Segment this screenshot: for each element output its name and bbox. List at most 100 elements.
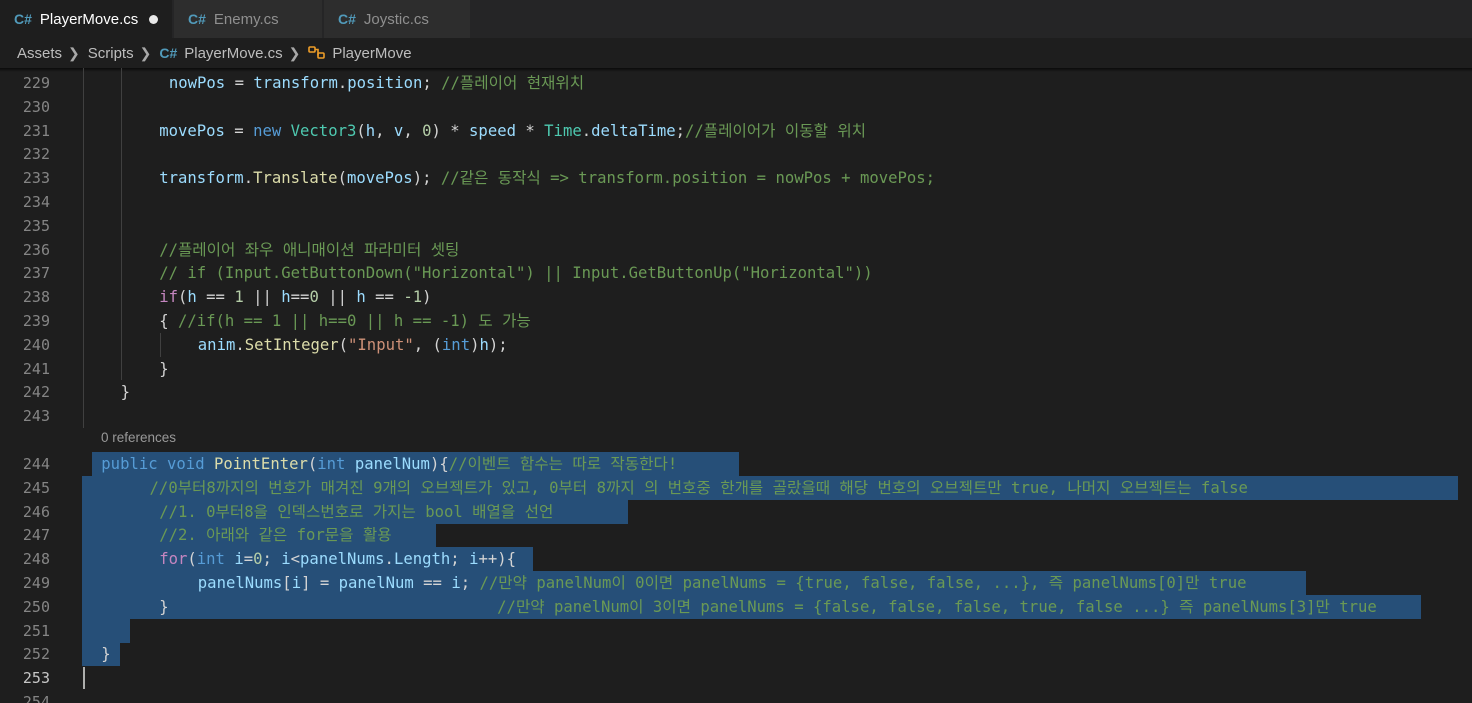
code-token: h (365, 121, 376, 140)
code-token: "Input" (348, 335, 414, 354)
codelens-references[interactable]: 0 references (101, 430, 176, 445)
code-line[interactable]: 249 panelNums[i] = panelNum == i; //만약 pa… (0, 571, 1472, 595)
code-text: panelNums[i] = panelNum == i; //만약 panel… (198, 574, 1247, 592)
code-token: || (318, 288, 357, 307)
code-token: = (243, 550, 254, 569)
breadcrumb-class[interactable]: PlayerMove (332, 45, 411, 62)
line-number: 240 (22, 335, 50, 354)
code-line[interactable]: 239 { //if(h == 1 || h==0 || h == -1) 도 가… (0, 309, 1472, 333)
code-line[interactable]: 245 //0부터8까지의 번호가 매겨진 9개의 오브젝트가 있고, 0부터 8… (0, 475, 1472, 500)
code-line[interactable]: 254 (0, 690, 1472, 703)
line-number: 246 (22, 502, 50, 521)
tab-label: PlayerMove.cs (39, 10, 139, 28)
code-line[interactable]: 241} (0, 357, 1472, 381)
line-number: 242 (22, 383, 50, 402)
code-token: ( (187, 550, 197, 569)
line-number: 237 (22, 264, 50, 283)
code-line[interactable]: 231 movePos = new Vector3(h, v, 0) * spee… (0, 119, 1472, 143)
code-token: public (101, 455, 158, 473)
code-text: anim.SetInteger("Input", (int)h); (198, 336, 508, 354)
code-token: . (235, 335, 245, 354)
code-text: //0부터8까지의 번호가 매겨진 9개의 오브젝트가 있고, 0부터 8까지 … (150, 479, 1248, 497)
tab-bar: C# PlayerMove.cs C# Enemy.cs C# Joystic.… (0, 0, 1472, 38)
tab-label: Enemy.cs (213, 10, 279, 28)
line-number: 254 (22, 693, 50, 703)
code-line[interactable]: 247 //2. 아래와 같은 for문을 활용 (0, 523, 1472, 548)
code-line[interactable]: 250} //만약 panelNum이 3이면 panelNums = {fal… (0, 594, 1472, 619)
code-token: Translate (253, 169, 338, 188)
code-token: h (281, 288, 291, 307)
line-number: 245 (22, 478, 50, 497)
code-token: ; (460, 574, 480, 592)
code-line[interactable]: 252} (0, 642, 1472, 667)
code-token: i (234, 550, 244, 569)
code-line[interactable]: 235 (0, 214, 1472, 238)
code-text: //1. 0부터8을 인덱스번호로 가지는 bool 배열을 선언 (159, 503, 553, 521)
code-line[interactable]: 229 nowPos = transform.position; //플레이어 현… (0, 71, 1472, 95)
chevron-right-icon: ❯ (139, 44, 152, 61)
code-token: { (159, 312, 178, 330)
code-line[interactable]: 230 (0, 95, 1472, 119)
code-token: h (479, 335, 489, 354)
code-line[interactable]: 232 (0, 142, 1472, 166)
code-line[interactable]: 243 (0, 404, 1472, 428)
line-number: 230 (22, 97, 50, 116)
code-token: SetInteger (244, 335, 339, 354)
code-line[interactable]: 246 //1. 0부터8을 인덱스번호로 가지는 bool 배열을 선언 (0, 499, 1472, 524)
code-line[interactable]: 234 (0, 190, 1472, 214)
code-token: ; (262, 550, 282, 569)
code-line[interactable]: 251 (0, 618, 1472, 643)
code-token: . (384, 550, 394, 569)
code-token: i (291, 574, 302, 592)
code-line[interactable]: 238 if(h == 1 || h==0 || h == -1) (0, 285, 1472, 309)
code-token: , (403, 121, 423, 140)
code-token: //2. 아래와 같은 for문을 활용 (159, 526, 392, 545)
code-token: ){ (429, 455, 449, 473)
code-token: . (581, 121, 592, 140)
code-line[interactable]: 253 (0, 666, 1472, 690)
tab-playermove[interactable]: C# PlayerMove.cs (0, 0, 173, 38)
code-token: int (196, 550, 225, 569)
code-token: || (243, 288, 282, 307)
code-token: PointEnter (213, 455, 308, 473)
breadcrumb-file[interactable]: PlayerMove.cs (184, 45, 282, 62)
code-token: //같은 동작식 => transform.position = nowPos … (440, 169, 936, 188)
code-line[interactable]: 236 //플레이어 좌우 애니매이션 파라미터 셋팅 (0, 238, 1472, 262)
tab-joystic[interactable]: C# Joystic.cs (324, 0, 471, 38)
code-token: ( (356, 121, 366, 140)
code-line[interactable]: 237 // if (Input.GetButtonDown("Horizonta… (0, 261, 1472, 285)
code-token: if (159, 288, 178, 307)
code-token: , (375, 121, 394, 140)
code-text: nowPos = transform.position; //플레이어 현재위치 (169, 74, 584, 92)
line-number: 248 (22, 550, 50, 569)
breadcrumb-assets[interactable]: Assets (17, 45, 62, 62)
code-line[interactable]: 233 transform.Translate(movePos); //같은 동작… (0, 166, 1472, 190)
csharp-icon: C# (14, 11, 32, 27)
code-token: , ( (413, 335, 442, 354)
line-number: 232 (22, 145, 50, 164)
line-number: 235 (22, 216, 50, 235)
code-token: new (253, 121, 282, 140)
code-token: } (120, 383, 130, 402)
unsaved-dot-icon[interactable] (149, 14, 159, 24)
code-token: //1. 0부터8을 인덱스번호로 가지는 bool 배열을 선언 (159, 502, 554, 521)
code-token: h (187, 288, 197, 307)
code-line[interactable]: 242} (0, 380, 1472, 404)
line-number: 234 (22, 193, 50, 211)
code-line[interactable]: 240 anim.SetInteger("Input", (int)h); (0, 333, 1472, 357)
code-token: == (413, 574, 452, 592)
tab-label: Joystic.cs (363, 10, 429, 28)
code-line[interactable]: 244 public void PointEnter(int panelNum){… (0, 452, 1472, 476)
tab-enemy[interactable]: C# Enemy.cs (174, 0, 323, 38)
code-token: speed (469, 121, 516, 140)
line-number: 233 (22, 169, 50, 188)
code-token: transform (159, 169, 244, 188)
code-editor[interactable]: 229 nowPos = transform.position; //플레이어 현… (0, 68, 1472, 703)
code-token: == (365, 288, 404, 307)
breadcrumb-scripts[interactable]: Scripts (88, 45, 134, 62)
code-line[interactable]: 248 for(int i=0; i<panelNums.Length; i++)… (0, 547, 1472, 572)
line-number: 236 (22, 240, 50, 259)
